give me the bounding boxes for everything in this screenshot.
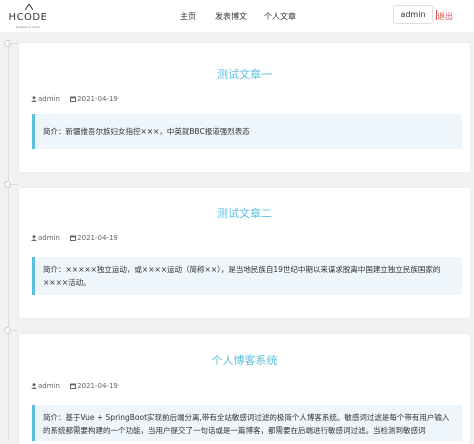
timeline-line — [8, 40, 9, 439]
user-icon — [31, 383, 37, 389]
logo-text: HCODE — [8, 12, 48, 23]
user-icon — [31, 96, 37, 102]
logout-link[interactable]: 退出 — [437, 11, 453, 22]
post-title[interactable]: 测试文章二 — [19, 205, 470, 221]
calendar-icon — [70, 96, 77, 102]
calendar-icon — [70, 383, 77, 389]
timeline-connector — [8, 330, 18, 331]
post-author: admin — [38, 234, 60, 242]
nav-my-articles[interactable]: 个人文章 — [264, 11, 296, 22]
timeline-connector — [8, 43, 18, 44]
calendar-icon — [70, 235, 77, 241]
post-summary: 简介：×××××独立运动，或××××运动（简称××），是当地民族自19世纪中期以… — [32, 257, 462, 295]
post-summary: 简介：新疆维吾尔族妇女指控×××，中英就BBC报道强烈表态 — [32, 114, 462, 149]
timeline-connector — [8, 184, 18, 185]
logo[interactable]: HCODE Dreams in Code — [8, 4, 48, 30]
post-author: admin — [38, 95, 60, 103]
post-title[interactable]: 测试文章一 — [19, 66, 470, 82]
user-menu-button[interactable]: admin — [393, 5, 433, 24]
post-card[interactable]: 测试文章一 admin 2021-04-19 简介：新疆维吾尔族妇女指控×××，… — [19, 43, 470, 172]
post-date: 2021-04-19 — [77, 234, 118, 242]
post-meta: admin 2021-04-19 — [31, 95, 118, 103]
logo-tagline: Dreams in Code — [16, 25, 40, 29]
post-card[interactable]: 个人博客系统 admin 2021-04-19 简介：基于Vue + Sprin… — [19, 334, 470, 444]
logo-mark-icon — [25, 4, 33, 10]
post-author: admin — [38, 382, 60, 390]
nav-publish-post[interactable]: 发表博文 — [215, 11, 247, 22]
user-icon — [31, 235, 37, 241]
post-meta: admin 2021-04-19 — [31, 382, 118, 390]
post-date: 2021-04-19 — [77, 95, 118, 103]
nav-home[interactable]: 主页 — [180, 11, 196, 22]
post-meta: admin 2021-04-19 — [31, 234, 118, 242]
top-navbar: HCODE Dreams in Code 主页 发表博文 个人文章 admin … — [0, 0, 474, 33]
post-card[interactable]: 测试文章二 admin 2021-04-19 简介：×××××独立运动，或×××… — [19, 188, 470, 318]
post-date: 2021-04-19 — [77, 382, 118, 390]
post-title[interactable]: 个人博客系统 — [19, 352, 470, 368]
post-summary: 简介：基于Vue + SpringBoot实现前后端分离,带有全站敏感词过滤的极… — [32, 405, 462, 441]
